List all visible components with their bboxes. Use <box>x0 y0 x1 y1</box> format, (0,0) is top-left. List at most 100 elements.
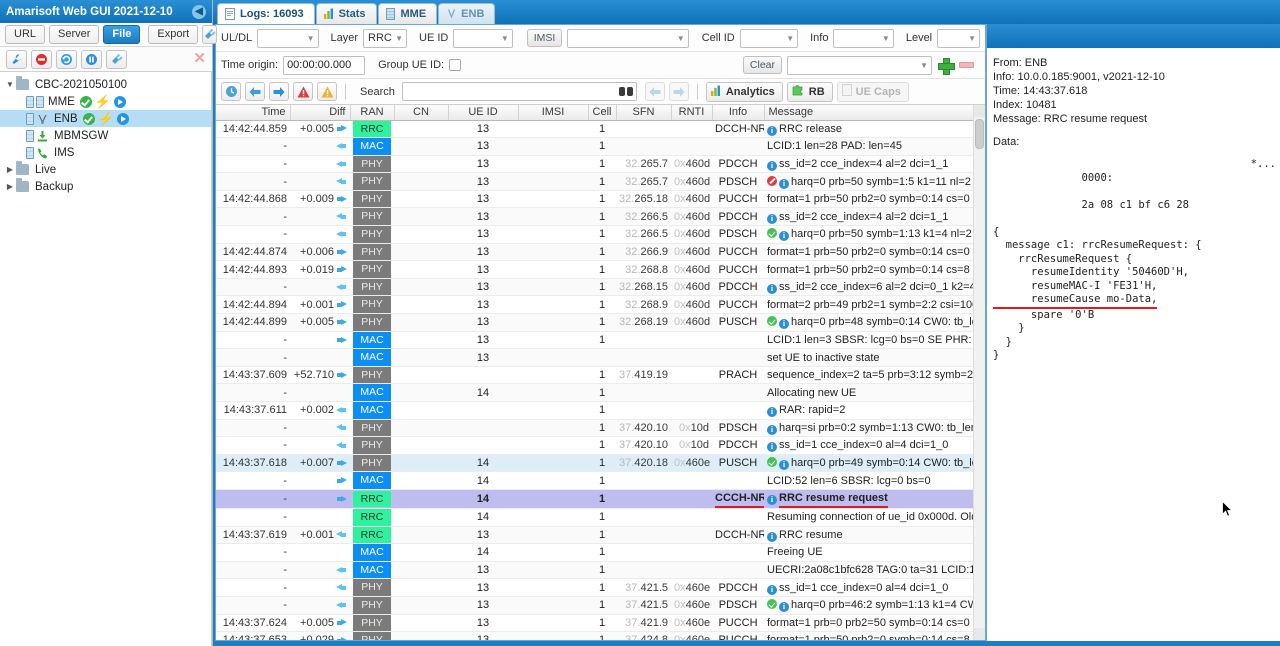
layer-select[interactable]: RRC, ▼ <box>363 28 408 48</box>
col-imsi[interactable]: IMSI <box>518 105 589 121</box>
preset-select[interactable]: ▼ <box>787 55 932 75</box>
col-time[interactable]: Time <box>216 105 291 121</box>
col-cn[interactable]: CN <box>394 105 449 121</box>
tree-item-live[interactable]: ▶ Live <box>0 161 211 178</box>
detail-from: From: ENB <box>993 57 1048 69</box>
log-vertical-scrollbar[interactable] <box>973 105 985 640</box>
delete-icon[interactable]: ✕ <box>193 51 206 66</box>
export-button[interactable]: Export <box>148 25 199 44</box>
table-row[interactable]: - RRC 14 1 CCCH-NR i RRC resume request <box>216 489 985 509</box>
remove-filter-icon[interactable] <box>959 62 974 68</box>
tree-item-mbmsgw[interactable]: MBMSGW <box>0 127 211 144</box>
table-row[interactable]: 14:43:37.653+0.029PHY 13 137.424.80x460e PU… <box>216 631 985 640</box>
table-row[interactable]: - MAC 14 1 LCID:52 len=6 SBSR: lcg=0 bs=0 <box>216 471 985 490</box>
collapse-sidebar-icon[interactable]: ◀ <box>192 4 206 19</box>
wrench-icon[interactable] <box>6 49 27 69</box>
table-row[interactable]: - PHY 13 1 37.421.5 0x460e PDCCH i ss_id=1 cce_i… <box>216 578 985 597</box>
stop-icon[interactable] <box>31 49 52 69</box>
table-row[interactable]: - PHY 13 1 32.268.15 0x460d PDCCH i ss_id=2 cce_… <box>216 278 985 297</box>
warning-triangle-icon[interactable] <box>317 82 337 101</box>
play-icon[interactable] <box>116 112 129 125</box>
uldl-select[interactable]: ▼ <box>257 28 319 48</box>
tree-item-backup[interactable]: ▶ Backup <box>0 178 211 195</box>
table-row[interactable]: 14:42:44.859 +0.005 RRC 13 1 DCCH-NR i RRC rele… <box>216 120 985 139</box>
table-row[interactable]: 14:42:44.899 +0.005 PHY 13 1 32.268.19 0x460d P… <box>216 313 985 332</box>
tree-item-enb[interactable]: ENB ⚡ <box>0 110 211 127</box>
table-row[interactable]: 14:42:44.868 +0.009 PHY 13 1 32.265.18 0x460d P… <box>216 190 985 209</box>
source-server-button[interactable]: Server <box>49 25 100 44</box>
table-row[interactable]: - PHY 13 1 32.265.7 0x460d PDCCH i ss_id=2 cce_i… <box>216 155 985 174</box>
arrow-left-icon[interactable] <box>245 82 265 101</box>
table-row[interactable]: - RRC 14 1 Resuming connection of ue_id 0x00… <box>216 508 985 527</box>
table-row[interactable]: - PHY 13 1 32.266.5 0x460d PDSCH i harq=0 prb=50… <box>216 225 985 244</box>
table-row[interactable]: 14:43:37.624 +0.005 PHY 13 1 37.421.9 0x460e PU… <box>216 614 985 633</box>
table-row[interactable]: - PHY 13 1 37.421.5 0x460e PDSCH i harq=0 prb=46… <box>216 596 985 615</box>
search-prev-icon[interactable] <box>644 82 665 101</box>
cell-diff <box>290 172 350 191</box>
arrow-right-icon[interactable] <box>269 82 289 101</box>
col-cell[interactable]: Cell <box>588 105 617 121</box>
group-ueid-checkbox[interactable] <box>449 59 462 71</box>
tree-item-cbc-2021050100[interactable]: ▼ CBC-2021050100 <box>0 76 211 93</box>
table-row[interactable]: 14:43:37.611 +0.002 MAC 1 i RAR: rapid=2 <box>216 401 985 420</box>
table-row[interactable]: - MAC 13 1 UECRI:2a08c1bfc628 TAG:0 ta=31 LC… <box>216 561 985 580</box>
error-triangle-icon[interactable] <box>293 82 313 101</box>
ueid-select[interactable]: ▼ <box>453 28 513 48</box>
imsi-button[interactable]: IMSI <box>526 29 563 47</box>
table-row[interactable]: - PHY 13 1 32.265.7 0x460d PDSCH i harq=0 prb=50… <box>216 172 985 191</box>
table-row[interactable]: - MAC 13 1 LCID:1 len=28 PAD: len=45 <box>216 137 985 156</box>
table-row[interactable]: 14:42:44.893 +0.019 PHY 13 1 32.268.8 0x460d PU… <box>216 260 985 279</box>
table-row[interactable]: - MAC 13 1 LCID:1 len=3 SBSR: lcg=0 bs=0 SE … <box>216 331 985 350</box>
table-row[interactable]: 14:43:37.619 +0.001 RRC 13 1 DCCH-NR i RRC resu… <box>216 526 985 545</box>
chevron-down-icon[interactable]: ▼ <box>4 80 16 89</box>
binoculars-icon[interactable] <box>618 85 634 98</box>
table-row[interactable]: - MAC 13 set UE to inactive state <box>216 348 985 367</box>
table-row[interactable]: 14:42:44.874 +0.006 PHY 13 1 32.266.9 0x460d PU… <box>216 243 985 262</box>
time-origin-input[interactable] <box>283 55 366 75</box>
source-url-button[interactable]: URL <box>5 25 46 44</box>
clear-button[interactable]: Clear <box>742 56 782 74</box>
col-diff[interactable]: Diff <box>290 105 351 121</box>
tree-item-ims[interactable]: IMS <box>0 144 211 161</box>
info-select[interactable]: ▼ <box>833 28 894 48</box>
table-row[interactable]: 14:43:37.609 +52.710 PHY 1 37.419.19 PRACH seq… <box>216 366 985 385</box>
play-icon[interactable] <box>114 95 127 108</box>
col-rnti[interactable]: RNTI <box>671 105 713 121</box>
tab-mme[interactable]: MME <box>377 3 438 24</box>
table-row[interactable]: - PHY 13 1 32.266.5 0x460d PDCCH i ss_id=2 cce_i… <box>216 207 985 227</box>
rb-button[interactable]: RB <box>786 81 833 102</box>
cell-rnti <box>671 561 712 580</box>
analytics-button[interactable]: Analytics <box>705 81 783 102</box>
table-row[interactable]: - PHY 1 37.420.10 0x10d PDCCH i ss_id=1 cce_ind… <box>216 436 985 455</box>
add-filter-icon[interactable] <box>937 57 955 75</box>
search-next-icon[interactable] <box>668 82 689 101</box>
source-file-button[interactable]: File <box>103 25 141 44</box>
chevron-right-icon[interactable]: ▶ <box>4 165 16 174</box>
scrollbar-thumb[interactable] <box>975 119 984 149</box>
clock-icon[interactable] <box>221 82 241 101</box>
col-message[interactable]: Message <box>764 105 985 121</box>
tab-stats[interactable]: Stats <box>315 3 377 24</box>
tree-item-mme[interactable]: MME ⚡ <box>0 93 211 110</box>
col-sfn[interactable]: SFN <box>616 105 672 121</box>
search-box[interactable] <box>401 82 637 101</box>
imsi-select[interactable]: ▼ <box>567 28 689 48</box>
col-ueid[interactable]: UE ID <box>448 105 519 121</box>
tab-enb[interactable]: ENB <box>438 3 496 24</box>
table-row[interactable]: - MAC 14 1 Allocating new UE <box>216 383 985 402</box>
col-info[interactable]: Info <box>712 105 765 121</box>
col-ran[interactable]: RAN <box>350 105 395 121</box>
plug-icon[interactable] <box>202 25 218 44</box>
tab-logs[interactable]: Logs: 16093 <box>217 3 315 24</box>
table-row[interactable]: - MAC 14 1 Freeing UE <box>216 543 985 562</box>
pause-icon[interactable] <box>81 49 102 69</box>
chevron-right-icon[interactable]: ▶ <box>4 182 16 191</box>
search-input[interactable] <box>402 84 619 99</box>
level-select[interactable]: ▼ <box>937 28 981 48</box>
connect-plug-icon[interactable] <box>106 49 127 69</box>
table-row[interactable]: 14:43:37.618 +0.007 PHY 14 1 37.420.18 0x460e P… <box>216 454 985 473</box>
table-row[interactable]: 14:42:44.894 +0.001 PHY 13 1 32.268.9 0x460d PU… <box>216 295 985 315</box>
table-row[interactable]: - PHY 1 37.420.10 0x10d PDSCH i harq=si prb=0:2… <box>216 419 985 438</box>
refresh-icon[interactable] <box>56 49 77 69</box>
cellid-select[interactable]: ▼ <box>739 28 799 48</box>
